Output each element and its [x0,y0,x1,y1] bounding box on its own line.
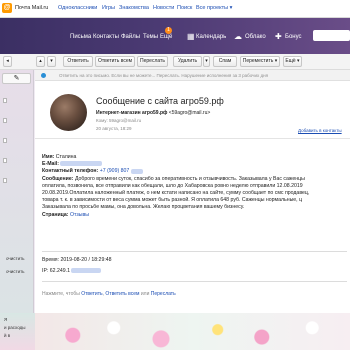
delete-button[interactable]: Удалить [173,56,202,67]
cloud-icon: ☁ [234,32,242,41]
pencil-icon: ✎ [13,75,20,82]
message-toolbar: ◂ ▴ ▾ Ответить Ответить всем Переслать У… [0,54,350,70]
main-nav: Письма Контакты Файлы Темы Ещё 1 ▦ Кален… [0,18,350,54]
forward-button[interactable]: Переслать [137,56,168,67]
folder-icon [3,158,7,163]
quick-reply-all-link[interactable]: Ответить всем [105,291,139,297]
quick-forward-link[interactable]: Переслать [151,291,176,297]
message-line-5: Заказывала по просьбе мамы, она довольна… [42,204,245,211]
sender-email: <59agro@mail.ru> [168,110,211,116]
delete-dropdown-button[interactable]: ▾ [203,56,210,67]
quick-reply: Нажмите, чтобы Ответить, Ответить всем и… [42,291,176,297]
nav-letters[interactable]: Письма [70,34,91,40]
nav-cloud[interactable]: Облако [245,34,266,40]
folder-icon [3,138,7,143]
reply-separator: , [102,291,104,297]
reply-button[interactable]: Ответить [63,56,93,67]
ip-value: IP: 62.249.1 [42,268,70,274]
folder-sidebar: ✎ очистить очистить [0,70,34,350]
compose-button[interactable]: ✎ [2,73,31,84]
message-subject: Сообщение с сайта агро59.рф [96,96,224,106]
nav-calendar[interactable]: Календарь [196,34,226,40]
message-body: Имя: Сталина E-Mail: Контактный телефон:… [42,154,348,219]
portal-link-ok[interactable]: Одноклассники [58,5,97,11]
folder-icon [3,118,7,123]
nav-bonus[interactable]: Бонус [285,34,302,40]
reply-all-button[interactable]: Ответить всем [95,56,135,67]
phone-value[interactable]: +7 (909) 807 [100,168,130,174]
unread-dot-icon [41,73,46,78]
preview-row[interactable]: Ответить на это письмо. Если вы не может… [35,70,350,81]
user-account-box[interactable] [313,30,350,41]
email-value-redacted [60,161,103,167]
name-value: Сталина [55,154,77,160]
ip-redacted [71,268,102,274]
next-message-button[interactable]: ▾ [47,56,56,67]
sidebar-footer-text: Я [4,317,8,322]
sidebar-footer-text: и расходы [4,325,26,330]
nav-files[interactable]: Файлы [121,34,140,40]
spam-button[interactable]: Спам [213,56,237,67]
folder-icon [3,98,7,103]
name-label: Имя: [42,154,55,160]
reply-mid: или [140,291,150,297]
clear-folder-link[interactable]: очистить [6,269,25,274]
phone-redacted [130,168,143,174]
clear-folder-link[interactable]: очистить [6,256,25,261]
divider [42,251,347,252]
move-button[interactable]: Переместить ▾ [240,56,280,67]
page-label: Страница: [42,211,69,218]
phone-label: Контактный телефон: [42,168,99,175]
notification-badge: 1 [165,27,172,34]
flower-background [35,313,350,350]
portal-link-dating[interactable]: Знакомства [119,5,149,11]
message-line-3: 20.08.2019.Оплатила наложенный платеж, о… [42,190,310,197]
nav-themes[interactable]: Темы [143,34,158,40]
add-contact-link[interactable]: Добавить в контакты [298,128,342,133]
message-from[interactable]: Интернет-магазин агро59.рф <59agro@mail.… [96,110,210,116]
message-ip: IP: 62.249.1 [42,268,102,274]
message-line-2: оплатила, позвонила, все отправили как о… [42,182,303,189]
sender-avatar [50,94,87,131]
email-label: E-Mail: [42,161,60,168]
bonus-icon: ✚ [275,32,282,41]
sidebar-footer-text: й в [4,333,11,338]
sender-name: Интернет-магазин агро59.рф [96,110,168,116]
portal-link-projects[interactable]: Все проекты ▾ [196,5,232,11]
reply-prefix: Нажмите, чтобы [42,291,80,297]
nav-contacts[interactable]: Контакты [93,34,119,40]
portal-bar: @ Почта Mail.ru Одноклассники Игры Знако… [0,0,350,18]
message-view: Ответить на это письмо. Если вы не может… [35,70,350,313]
folder-icon [3,178,7,183]
portal-link-games[interactable]: Игры [102,5,115,11]
message-label: Сообщение: [42,175,74,182]
mail-logo-icon[interactable]: @ [2,3,12,13]
message-date: 20 августа, 18:29 [96,126,132,131]
portal-title[interactable]: Почта Mail.ru [15,5,48,11]
calendar-icon: ▦ [187,32,195,41]
portal-link-search[interactable]: Поиск [177,5,192,11]
portal-link-news[interactable]: Новости [153,5,174,11]
message-time: Время: 2019-08-20 / 18:29:48 [42,257,112,263]
quick-reply-link[interactable]: Ответить [81,291,102,297]
divider [35,138,350,139]
sidebar-footer: Я и расходы й в [0,313,35,350]
nav-more[interactable]: Ещё [160,34,172,40]
preview-text: Ответить на это письмо. Если вы не может… [59,73,269,78]
page-link[interactable]: Отзывы [70,212,89,218]
more-button[interactable]: Ещё ▾ [283,56,302,67]
message-to: Кому: 59agro@mail.ru [96,118,142,123]
message-line-1: Доброго времени суток, спасибо за операт… [74,175,305,182]
back-button[interactable]: ◂ [3,56,12,67]
prev-message-button[interactable]: ▴ [36,56,45,67]
message-line-4: товара т. к. в зависимости от веса сумма… [42,197,303,204]
divider [42,281,347,282]
